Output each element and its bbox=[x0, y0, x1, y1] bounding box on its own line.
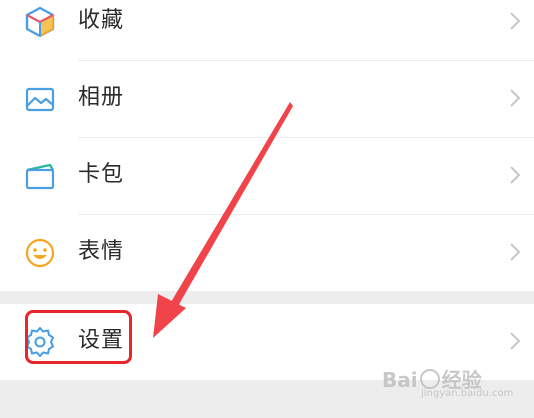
card-wallet-icon bbox=[25, 163, 55, 190]
chevron-right-icon bbox=[510, 166, 521, 184]
chevron-right-icon bbox=[510, 332, 521, 350]
menu-item-label: 表情 bbox=[78, 239, 125, 264]
watermark-url: jingyan.baidu.com bbox=[421, 388, 514, 399]
menu-item-label: 收藏 bbox=[78, 8, 125, 33]
menu-item-emoji[interactable]: 表情 bbox=[0, 215, 534, 291]
watermark: Bai 经验 jingyan.baidu.com bbox=[376, 364, 513, 404]
menu-item-album[interactable]: 相册 bbox=[0, 61, 534, 137]
menu-item-favorites[interactable]: 收藏 bbox=[0, 0, 534, 60]
menu-item-label: 相册 bbox=[78, 85, 125, 110]
chevron-right-icon bbox=[510, 243, 521, 261]
section-gap bbox=[0, 291, 534, 304]
chevron-right-icon bbox=[510, 89, 521, 107]
emoji-smile-icon bbox=[25, 238, 55, 268]
favorites-cube-icon bbox=[25, 6, 55, 38]
chevron-right-icon bbox=[510, 12, 521, 30]
menu-item-label: 卡包 bbox=[78, 162, 125, 187]
highlight-box bbox=[25, 310, 132, 364]
menu-item-card-wallet[interactable]: 卡包 bbox=[0, 138, 534, 214]
album-image-icon bbox=[25, 87, 55, 112]
wechat-me-menu-screen: 收藏 相册 卡包 表情 设置 Bai 经验 jingyan.baidu.com bbox=[0, 0, 534, 418]
